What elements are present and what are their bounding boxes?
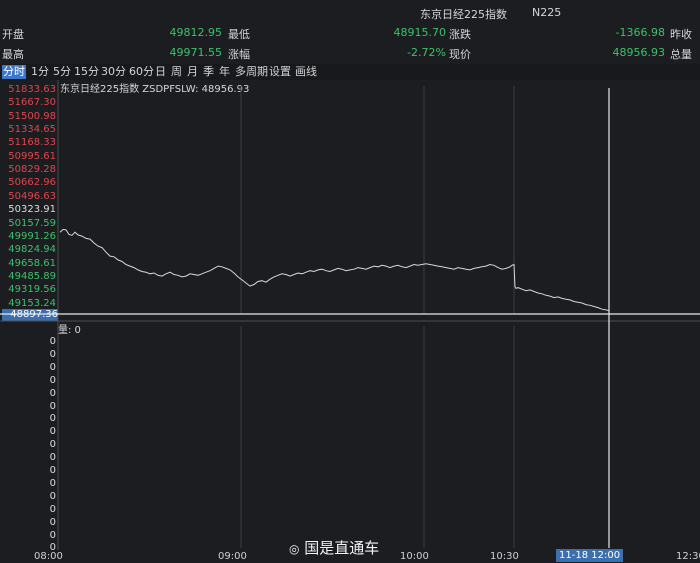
watermark: ◎ 国是直通车 (289, 537, 379, 558)
tab-7[interactable]: 周 (170, 65, 183, 79)
price-series-line (59, 228, 610, 312)
quote-row: 最高 49971.55 涨幅 -2.72% 现价 48956.93 总量 (0, 46, 700, 66)
cursor-time-label: 11-18 12:00 (556, 549, 624, 562)
quote-label: 涨跌 (449, 28, 471, 41)
volume-tick-label: 0 (49, 529, 56, 541)
quote-value: 48956.93 (612, 46, 666, 59)
quote-label: 开盘 (2, 28, 24, 41)
tab-3[interactable]: 15分 (73, 65, 100, 79)
volume-tick-label: 0 (49, 413, 56, 425)
quote-label: 现价 (449, 48, 471, 61)
instrument-title: 东京日经225指数 (420, 8, 507, 21)
volume-tick-label: 0 (49, 490, 56, 502)
tab-8[interactable]: 月 (186, 65, 199, 79)
tab-1[interactable]: 1分 (30, 65, 50, 79)
period-toolbar: 分时 1分 5分 15分 30分 60分日周月季年多周期 设置 画线 (0, 64, 700, 80)
quote-value: 48915.70 (393, 26, 447, 39)
tab-9[interactable]: 季 (202, 65, 215, 79)
price-chart[interactable] (0, 80, 700, 550)
volume-tick-label: 0 (49, 374, 56, 386)
quote-label: 昨收 (670, 28, 692, 41)
volume-tick-label: 0 (49, 426, 56, 438)
volume-tick-label: 0 (49, 503, 56, 515)
volume-tick-label: 0 (49, 387, 56, 399)
volume-tick-label: 0 (49, 477, 56, 489)
volume-label: 量: 0 (58, 325, 81, 336)
tab-0[interactable]: 分时 (2, 65, 26, 79)
quote-row: 开盘 49812.95 最低 48915.70 涨跌 -1366.98 昨收 (0, 26, 700, 46)
tab-6[interactable]: 日 (154, 65, 167, 79)
tab-5[interactable]: 60分 (128, 65, 155, 79)
volume-tick-label: 0 (49, 465, 56, 476)
tab-10[interactable]: 年 (218, 65, 231, 79)
tab-4[interactable]: 30分 (100, 65, 127, 79)
quote-label: 总量 (670, 48, 692, 61)
quote-label: 最高 (2, 48, 24, 61)
tab-13[interactable]: 画线 (294, 65, 318, 79)
watermark-text: 国是直通车 (304, 539, 380, 557)
volume-tick-label: 0 (49, 361, 56, 373)
volume-tick-label: 0 (49, 439, 56, 451)
quote-value: 49812.95 (169, 26, 223, 39)
x-tick-label: 10:30 (490, 551, 519, 562)
volume-tick-label: 0 (49, 336, 56, 347)
x-tick-label: 09:00 (218, 551, 247, 562)
weibo-icon: ◎ (289, 542, 300, 556)
volume-tick-label: 0 (49, 400, 56, 412)
quote-value: -1366.98 (615, 26, 665, 39)
volume-tick-label: 0 (49, 348, 56, 360)
quote-label: 涨幅 (228, 48, 250, 61)
tab-11[interactable]: 多周期 (234, 65, 269, 79)
tab-2[interactable]: 5分 (52, 65, 72, 79)
tab-12[interactable]: 设置 (268, 65, 292, 79)
volume-tick-label: 0 (49, 516, 56, 528)
quote-label: 最低 (228, 28, 250, 41)
x-tick-label: 10:00 (400, 551, 429, 562)
quote-value: 49971.55 (169, 46, 223, 59)
x-tick-label: 08:00 (34, 551, 63, 562)
quote-value: -2.72% (407, 46, 446, 59)
volume-tick-label: 0 (49, 452, 56, 464)
instrument-code: N225 (532, 6, 562, 19)
x-tick-label: 12:30 (676, 551, 700, 562)
